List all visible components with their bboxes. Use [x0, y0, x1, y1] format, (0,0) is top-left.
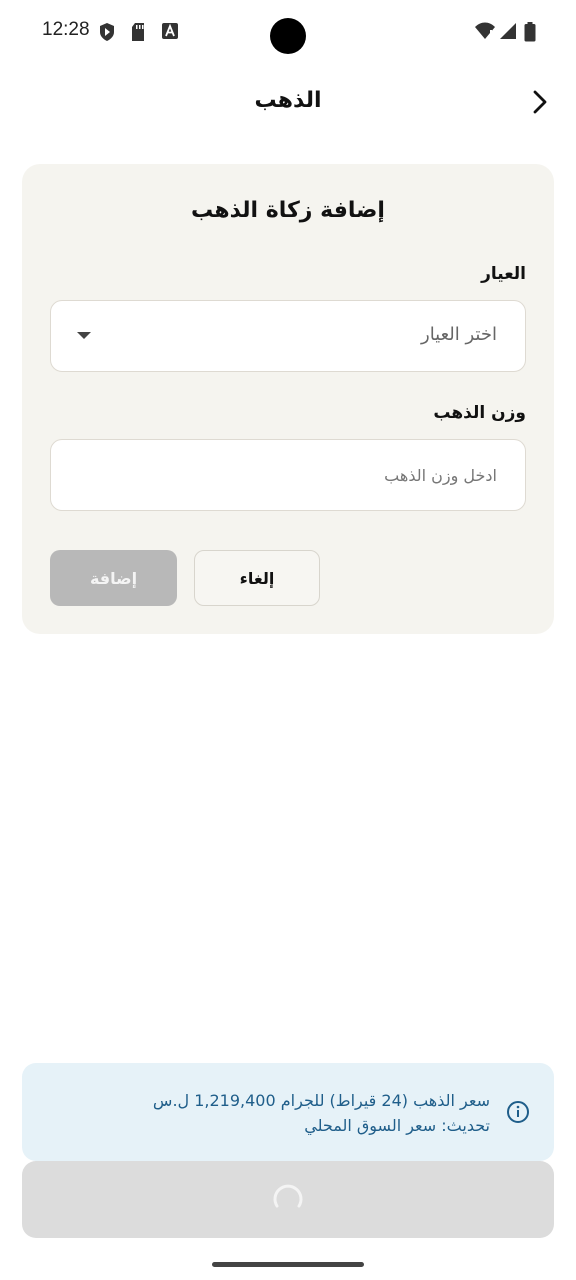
caret-down-icon	[77, 332, 91, 339]
add-button[interactable]: إضافة	[50, 550, 177, 606]
gold-price-info-banner: سعر الذهب (24 قيراط) للجرام 1,219,400 ل.…	[22, 1063, 554, 1161]
chevron-right-icon	[533, 90, 547, 114]
camera-cutout	[270, 18, 306, 54]
gold-price-line: سعر الذهب (24 قيراط) للجرام 1,219,400 ل.…	[152, 1091, 490, 1110]
app-header: الذهب	[0, 70, 576, 134]
info-text: سعر الذهب (24 قيراط) للجرام 1,219,400 ل.…	[153, 1088, 490, 1138]
page-title: الذهب	[254, 88, 322, 113]
karat-selected-value: اختر العيار	[421, 324, 497, 345]
play-protect-icon	[100, 23, 114, 41]
weight-input[interactable]	[51, 440, 525, 510]
karat-label: العيار	[481, 264, 526, 284]
add-gold-zakat-card: إضافة زكاة الذهب العيار اختر العيار وزن …	[22, 164, 554, 634]
card-title: إضافة زكاة الذهب	[191, 198, 385, 223]
loading-button[interactable]	[22, 1161, 554, 1238]
spinner-icon	[273, 1184, 303, 1207]
sd-card-icon	[132, 23, 144, 41]
status-time: 12:28	[42, 19, 90, 40]
signal-icon	[500, 23, 516, 39]
update-source-line: تحديث: سعر السوق المحلي	[304, 1116, 490, 1135]
home-indicator[interactable]	[212, 1262, 364, 1267]
font-a-icon	[162, 23, 178, 39]
weight-input-box	[50, 439, 526, 511]
weight-label: وزن الذهب	[433, 403, 526, 423]
back-button[interactable]	[524, 86, 556, 118]
info-icon	[507, 1101, 529, 1123]
wifi-icon	[475, 22, 495, 39]
status-bar: 12:28	[0, 0, 576, 64]
karat-dropdown[interactable]: اختر العيار	[50, 300, 526, 372]
battery-icon	[524, 22, 536, 42]
cancel-button[interactable]: إلغاء	[194, 550, 320, 606]
